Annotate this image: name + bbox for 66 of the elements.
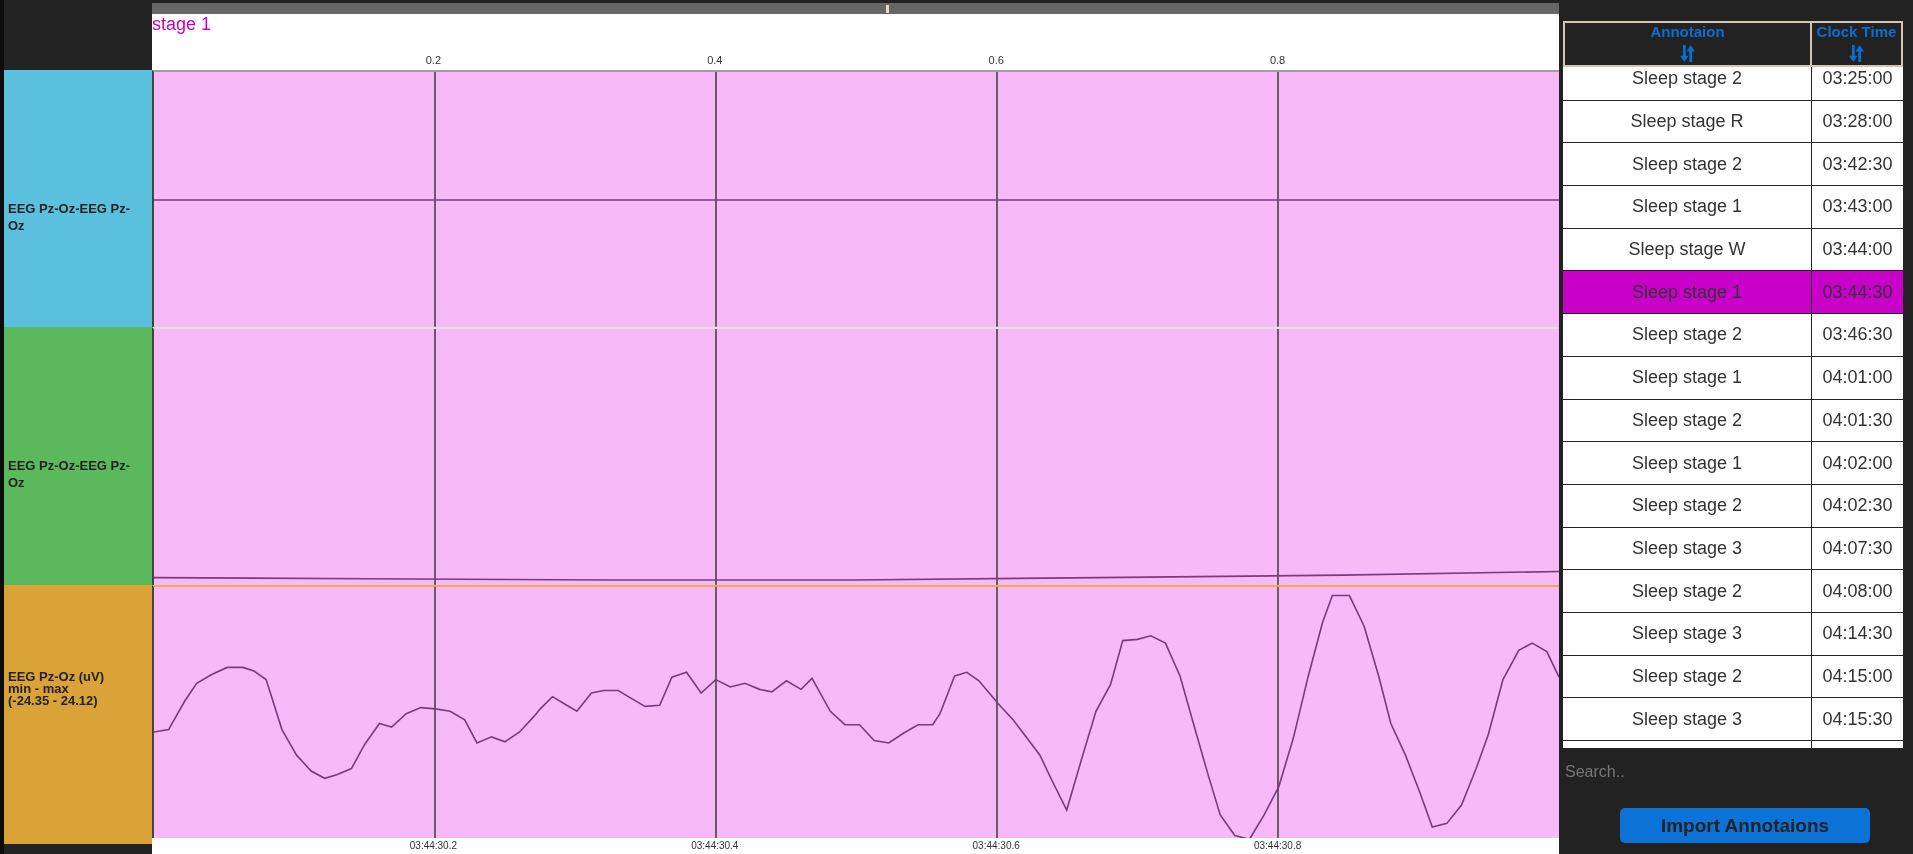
table-cell-text: 04:15:00: [1821, 664, 1894, 688]
table-cell: Sleep stage 3: [1563, 612, 1812, 655]
channel-name: EEG Pz-Oz (uV): [8, 670, 105, 683]
axis-tick-label: 03:44:30.8: [1253, 839, 1302, 852]
table-cell: Sleep stage 2: [1563, 484, 1812, 527]
annotation-row[interactable]: Sleep stage 3 04:14:30: [1563, 612, 1903, 656]
range-text: (-24.35 - 24.12): [8, 694, 98, 707]
table-cell-text: 03:28:00: [1821, 110, 1894, 134]
table-cell: Sleep stage 3: [1563, 698, 1812, 740]
annotation-row[interactable]: Sleep stage 2 03:25:00: [1563, 67, 1903, 101]
table-cell: Sleep stage 2: [1563, 655, 1812, 698]
annotation-row[interactable]: Sleep stage 2 03:42:30: [1563, 143, 1903, 187]
table-cell: Sleep stage 2: [1563, 143, 1812, 186]
table-cell: Sleep stage 2: [1563, 314, 1812, 356]
table-cell-text: 03:42:30: [1821, 152, 1894, 176]
annotation-row[interactable]: Sleep stage 3 04:07:30: [1563, 527, 1903, 571]
annotation-row[interactable]: Sleep stage W 03:44:00: [1563, 228, 1903, 272]
table-cell-text: 04:08:00: [1821, 579, 1894, 603]
table-cell-text: 04:14:30: [1821, 622, 1894, 646]
table-cell: Sleep stage 2: [1563, 67, 1812, 100]
annotation-row[interactable]: Sleep stage 1 04:01:00: [1563, 356, 1903, 400]
axis-tick-label: 0.8: [1269, 54, 1286, 67]
sort-icon[interactable]: [1680, 45, 1695, 62]
table-cell: Sleep stage W: [1563, 228, 1812, 271]
table-cell: Sleep stage 1: [1563, 186, 1812, 228]
table-cell-text: 04:02:00: [1821, 451, 1894, 475]
table-cell-text: 03:25:00: [1821, 67, 1894, 91]
table-cell-text: 04:01:30: [1821, 408, 1894, 432]
annotation-row[interactable]: Sleep stage 2 04:02:30: [1563, 484, 1903, 528]
annotation-row[interactable]: Sleep stage 1 04:02:00: [1563, 442, 1903, 485]
axis-tick-label: 0.6: [988, 54, 1004, 67]
table-cell-text: 03:46:30: [1821, 323, 1894, 347]
table-cell: Sleep stage 3: [1563, 527, 1812, 570]
timeline-scrollbar[interactable]: [152, 3, 1559, 14]
table-cell-text: 04:07:30: [1821, 536, 1894, 560]
annotation-row[interactable]: Sleep stage 1 03:43:00: [1563, 186, 1903, 229]
table-cell-text: 04:01:00: [1821, 366, 1894, 390]
table-cell: Sleep stage 1: [1563, 442, 1812, 484]
table-cell-text: 03:43:00: [1821, 195, 1894, 219]
annotation-row[interactable]: Sleep stage 2 03:46:30: [1563, 314, 1903, 357]
annotation-row[interactable]: Sleep stage R 03:28:00: [1563, 100, 1903, 144]
table-cell-text: 03:44:30: [1821, 280, 1894, 304]
table-cell: Sleep stage 1: [1563, 356, 1812, 399]
channel-name: EEG Pz-Oz-EEG Pz-Oz: [8, 456, 132, 491]
table-cell: Sleep stage R: [1563, 100, 1812, 143]
scroll-thumb[interactable]: [886, 5, 890, 13]
annotation-label: stage 1: [152, 14, 212, 34]
search-field[interactable]: Search..: [1563, 757, 1903, 787]
table-cell: Sleep stage 1: [1563, 271, 1812, 314]
annotation-row[interactable]: Sleep stage 2 04:08:00: [1563, 570, 1903, 613]
channel-name: EEG Pz-Oz-EEG Pz-Oz: [8, 200, 132, 234]
scale-text: min - max: [8, 682, 69, 695]
axis-tick-label: 03:44:30.2: [409, 839, 457, 852]
annotation-row[interactable]: Sleep stage 2 04:01:30: [1563, 399, 1903, 443]
sort-icon[interactable]: [1849, 45, 1864, 62]
annotation-row[interactable]: Sleep stage 3 04:15:30: [1563, 698, 1903, 741]
table-cell-text: 04:15:30: [1821, 707, 1894, 731]
axis-tick-label: 0.2: [425, 54, 442, 67]
table-cell: Sleep stage 2: [1563, 570, 1812, 612]
table-cell-text: 04:02:30: [1821, 494, 1894, 518]
table-cell: Sleep stage 2: [1563, 399, 1812, 442]
axis-tick-label: 03:44:30.4: [691, 839, 739, 852]
axis-tick-label: 0.4: [707, 54, 723, 67]
annotation-row[interactable]: Sleep stage 2 04:15:00: [1563, 655, 1903, 699]
table-cell-text: 03:44:00: [1821, 238, 1894, 262]
axis-tick-label: 03:44:30.6: [972, 839, 1020, 852]
